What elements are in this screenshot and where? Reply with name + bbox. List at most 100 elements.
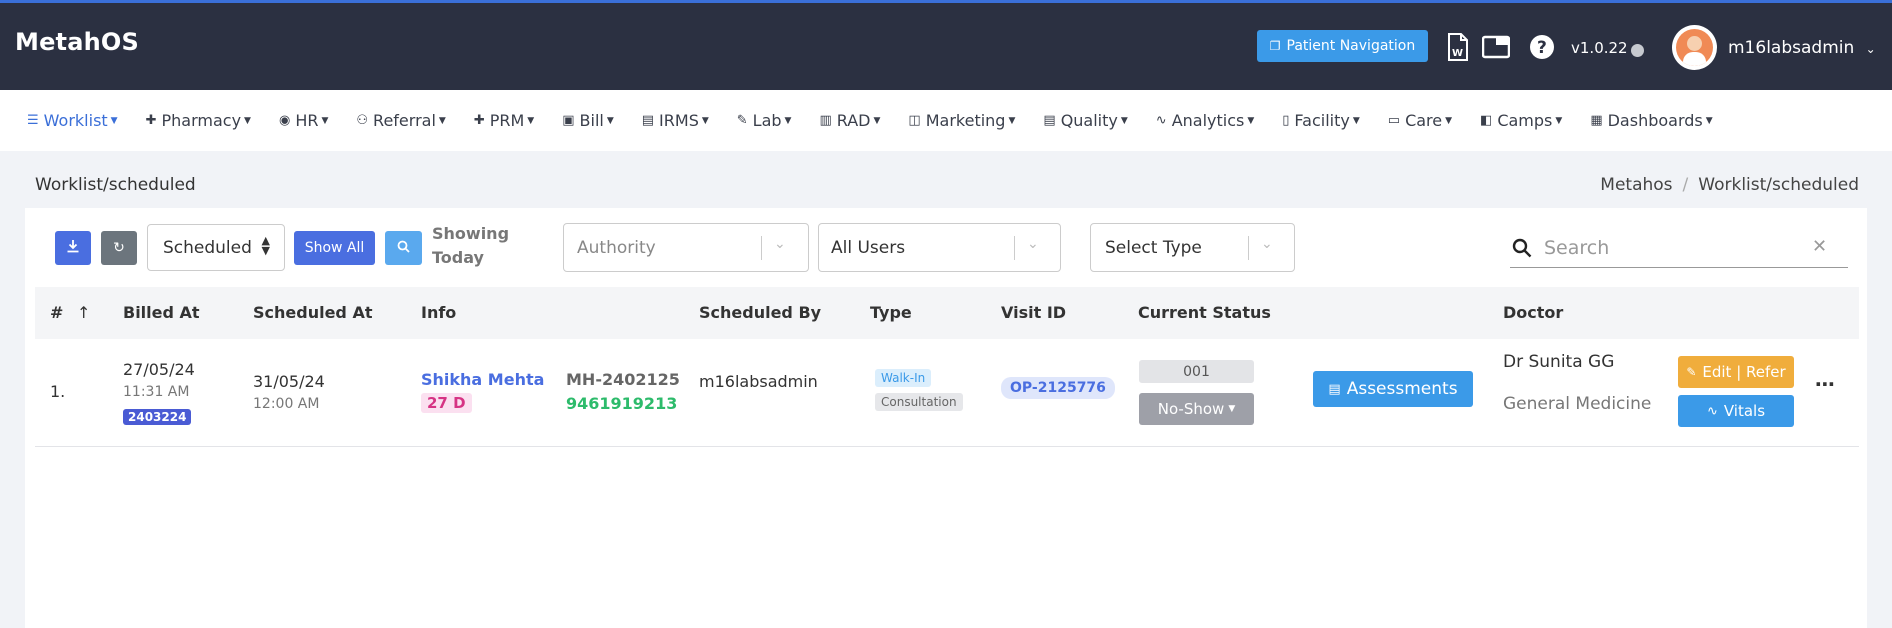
users-select-value: All Users: [831, 237, 906, 258]
table-row[interactable]: 1. 27/05/24 11:31 AM 2403224 31/05/24 12…: [35, 339, 1859, 447]
assessments-button[interactable]: ▤ Assessments: [1313, 371, 1473, 407]
chevron-down-icon: ⌄: [1865, 42, 1876, 56]
breadcrumb-home[interactable]: Metahos: [1600, 175, 1672, 195]
help-icon[interactable]: ?: [1529, 34, 1555, 64]
nav-item-marketing[interactable]: ◫ Marketing ▼: [908, 111, 1015, 130]
sort-updown-icon: ▲ ▼: [261, 234, 270, 257]
nav-item-hr[interactable]: ◉ HR ▼: [279, 111, 328, 130]
plus-icon: ✚: [145, 113, 157, 128]
download-button[interactable]: [55, 231, 91, 265]
column-header-type[interactable]: Type: [870, 303, 912, 322]
column-header-scheduled-at[interactable]: Scheduled At: [253, 303, 372, 322]
nav-item-pharmacy[interactable]: ✚ Pharmacy ▼: [146, 111, 251, 130]
svg-text:?: ?: [1537, 38, 1547, 58]
user-menu[interactable]: m16labsadmin ⌄: [1728, 38, 1876, 58]
caret-down-icon: ▼: [1247, 115, 1255, 126]
billed-date: 27/05/24: [123, 360, 195, 379]
nav-item-quality[interactable]: ▤ Quality ▼: [1043, 111, 1127, 130]
column-header-num-label: #: [50, 303, 64, 322]
authority-select[interactable]: Authority ⌄: [563, 223, 809, 272]
search-box: ✕: [1510, 230, 1848, 268]
svg-text:W: W: [1452, 48, 1463, 59]
caret-down-icon: ▼: [244, 115, 251, 126]
search-toggle-button[interactable]: [385, 231, 422, 265]
vitals-label: Vitals: [1723, 402, 1766, 420]
users-select[interactable]: All Users ⌄: [818, 223, 1061, 272]
nav-item-analytics[interactable]: ∿ Analytics ▼: [1156, 111, 1254, 130]
caret-down-icon: ▼: [606, 115, 614, 126]
nav-item-camps[interactable]: ◧ Camps ▼: [1480, 111, 1562, 130]
billed-time: 11:31 AM: [123, 384, 190, 400]
column-header-billed-at[interactable]: Billed At: [123, 303, 200, 322]
consultation-label: Consultation: [875, 393, 963, 411]
caret-down-icon: ▼: [527, 115, 535, 126]
walk-in-tag: Walk-In: [875, 367, 932, 387]
column-header-info[interactable]: Info: [421, 303, 456, 322]
status-dot: [1631, 44, 1644, 57]
more-options-icon[interactable]: ⋯: [1815, 372, 1835, 396]
caret-down-icon: ▼: [1008, 115, 1016, 126]
patient-name-link[interactable]: Shikha Mehta: [421, 370, 544, 389]
search-input[interactable]: [1544, 234, 1804, 262]
column-header-current-status[interactable]: Current Status: [1138, 303, 1271, 322]
nav-item-bill[interactable]: ▣ Bill ▼: [562, 111, 614, 130]
app-brand: MetahOS: [15, 28, 140, 56]
clear-search-icon[interactable]: ✕: [1812, 236, 1827, 257]
nav-item-rad[interactable]: ▥ RAD ▼: [819, 111, 880, 130]
column-header-scheduled-by[interactable]: Scheduled By: [699, 303, 821, 322]
word-doc-icon[interactable]: W: [1447, 33, 1469, 65]
nav-item-care[interactable]: ▭ Care ▼: [1388, 111, 1452, 130]
version-label: v1.0.22: [1571, 39, 1628, 57]
show-all-button[interactable]: Show All: [294, 231, 375, 265]
type-select-value: Select Type: [1105, 237, 1202, 258]
caret-down-icon: ▼: [438, 115, 446, 126]
caret-down-icon: ▼: [321, 115, 329, 126]
avatar[interactable]: [1672, 25, 1717, 70]
type-select[interactable]: Select Type ⌄: [1090, 223, 1295, 272]
nav-item-prm[interactable]: ✚ PRM ▼: [474, 111, 534, 130]
patient-age-badge: 27 D: [421, 393, 472, 413]
patient-navigation-label: Patient Navigation: [1286, 38, 1416, 54]
card-icon: ▤: [641, 113, 655, 128]
column-header-doctor[interactable]: Doctor: [1503, 303, 1563, 322]
breadcrumb-current: Worklist/scheduled: [1698, 175, 1859, 195]
column-header-num[interactable]: # ↑: [50, 303, 90, 322]
status-label: No-Show: [1157, 400, 1225, 418]
users-icon: ⚇: [356, 113, 369, 128]
authority-placeholder: Authority: [577, 237, 656, 258]
patient-mrn: MH-2402125: [566, 370, 680, 389]
caret-down-icon: ▼: [1352, 115, 1360, 126]
column-header-visit-id[interactable]: Visit ID: [1001, 303, 1066, 322]
nav-item-dashboards[interactable]: ▦ Dashboards ▼: [1590, 111, 1712, 130]
main-navbar: ☰ Worklist ▼ ✚ Pharmacy ▼ ◉ HR ▼ ⚇ Referral ▼ ✚ PRM ▼ ▣…: [0, 90, 1892, 151]
search-icon: [397, 240, 410, 257]
token-badge: 001: [1139, 360, 1254, 383]
vitals-button[interactable]: ∿ Vitals: [1678, 395, 1794, 427]
doctor-name: Dr Sunita GG: [1503, 352, 1615, 372]
username: m16labsadmin: [1728, 38, 1855, 58]
refresh-button[interactable]: ↻: [101, 231, 137, 265]
caret-down-icon: ▼: [1555, 115, 1563, 126]
visit-id-badge[interactable]: OP-2125776: [1001, 377, 1115, 399]
nav-item-label: Pharmacy: [161, 111, 242, 130]
briefcase-icon: ◧: [1480, 113, 1493, 128]
nav-item-worklist[interactable]: ☰ Worklist ▼: [27, 111, 118, 130]
edit-refer-button[interactable]: ✎ Edit | Refer: [1678, 356, 1794, 388]
pen-icon: ✎: [736, 113, 748, 128]
status-dropdown-button[interactable]: No-Show ▼: [1139, 393, 1254, 425]
nav-item-lab[interactable]: ✎ Lab ▼: [737, 111, 792, 130]
showing-line1: Showing: [432, 224, 510, 243]
breadcrumb-separator: /: [1682, 175, 1689, 195]
status-select[interactable]: Scheduled ▲ ▼: [147, 224, 285, 271]
bill-number: 2403224: [123, 409, 192, 425]
sort-arrow-up-icon: ↑: [76, 303, 91, 322]
patient-navigation-button[interactable]: ❐ Patient Navigation: [1257, 30, 1428, 62]
pulse-icon: ∿: [1706, 403, 1718, 419]
window-icon[interactable]: [1481, 35, 1511, 63]
nav-item-irms[interactable]: ▤ IRMS ▼: [642, 111, 709, 130]
bill-number-badge[interactable]: 2403224: [123, 406, 192, 425]
list-icon: ☰: [27, 113, 39, 128]
nav-item-facility[interactable]: ▯ Facility ▼: [1282, 111, 1360, 130]
nav-item-referral[interactable]: ⚇ Referral ▼: [356, 111, 445, 130]
scheduled-by: m16labsadmin: [699, 372, 818, 391]
